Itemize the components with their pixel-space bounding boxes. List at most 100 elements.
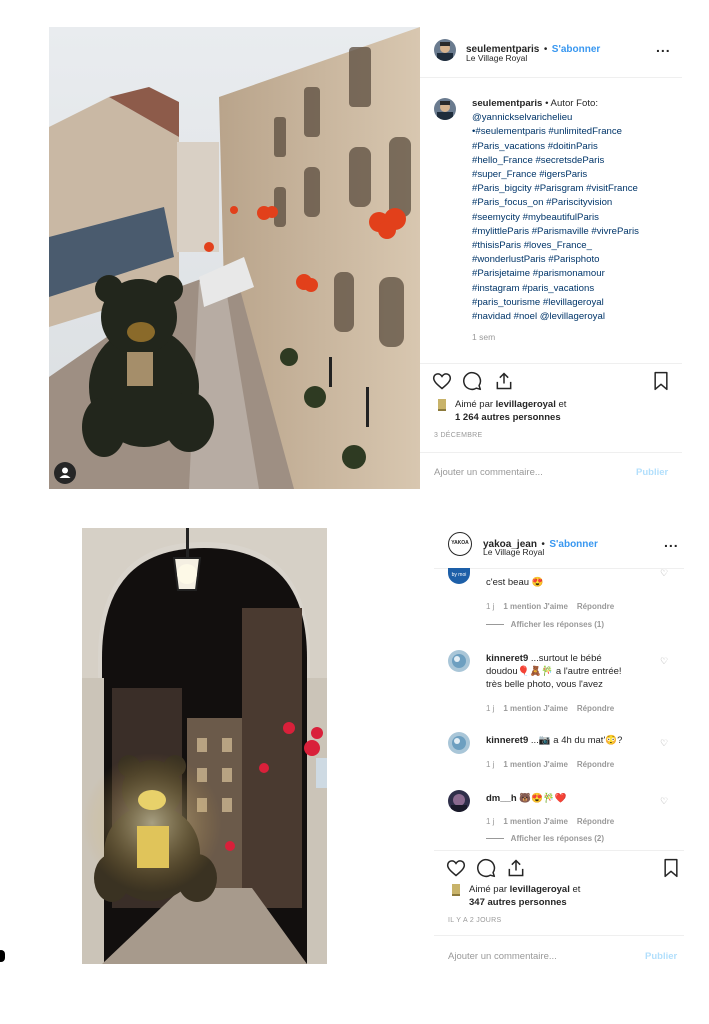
comment-reply-button[interactable]: Répondre (577, 704, 614, 713)
liked-by-avatar[interactable] (451, 883, 461, 897)
post1-caption-avatar[interactable] (434, 98, 456, 120)
caption-line: • Autor Foto: (545, 98, 599, 109)
liked-by-prefix: Aimé par (469, 884, 508, 895)
post1-date[interactable]: 3 DÉCEMBRE (434, 432, 483, 439)
post1-header-divider (420, 77, 682, 78)
post2-avatar-text: YAKOA (451, 540, 469, 546)
post2-date[interactable]: IL Y A 2 JOURS (448, 917, 502, 924)
heart-icon[interactable] (446, 858, 466, 878)
comment-avatar[interactable] (448, 732, 470, 754)
caption-line[interactable]: #wonderlustParis #Parisphoto (472, 253, 677, 267)
post1-header-avatar[interactable] (434, 39, 456, 61)
caption-line[interactable]: @yannickselvarichelieu (472, 111, 677, 125)
post2-photo[interactable] (82, 528, 327, 964)
caption-line[interactable]: #hello_France #secretsdeParis (472, 154, 677, 168)
comment-reply-button[interactable]: Répondre (577, 817, 614, 826)
liked-by-avatar[interactable] (437, 398, 447, 412)
post2-publish-button[interactable]: Publier (645, 951, 677, 962)
caption-line[interactable]: #mylittleParis #Parismaville #vivreParis (472, 225, 677, 239)
comment-meta: 1 j 1 mention J'aime Répondre (486, 760, 614, 769)
post2-header-avatar[interactable]: YAKOA (448, 532, 472, 556)
post2-likes: Aimé par levillageroyal et 347 autres pe… (469, 883, 679, 909)
partial-comment-text: c'est beau 😍 (486, 577, 544, 588)
liked-by-prefix: Aimé par (455, 399, 494, 410)
post1-caption-time[interactable]: 1 sem (472, 330, 677, 344)
comment-text: kinneret9 ...📷 a 4h du mat'😳? (486, 735, 623, 746)
post2-panel: YAKOA yakoa_jean • S'abonner Le Village … (434, 520, 684, 970)
comment-heart-icon[interactable]: ♡ (660, 568, 668, 579)
post2-comment-divider (434, 935, 684, 936)
comment-meta: 1 j 1 mention J'aime Répondre (486, 704, 614, 713)
comment-likes[interactable]: 1 mention J'aime (503, 817, 568, 826)
post2-follow-button[interactable]: S'abonner (549, 539, 598, 550)
comment-likes[interactable]: 1 mention J'aime (503, 704, 568, 713)
post2-more-options-button[interactable]: ... (664, 534, 679, 550)
comment-time[interactable]: 1 j (486, 760, 494, 769)
view-replies-button[interactable]: Afficher les réponses (2) (486, 834, 604, 843)
comment-text: dm__h 🐻😍🎋❤️ (486, 793, 567, 804)
partial-comment-avatar[interactable]: by moi (448, 568, 470, 584)
post1-separator: • (543, 44, 548, 55)
liked-by-and: et (558, 399, 567, 410)
liked-by-user[interactable]: levillageroyal (510, 884, 570, 895)
post1-panel: seulementparis • S'abonner Le Village Ro… (420, 27, 682, 489)
comment-heart-icon[interactable]: ♡ (660, 738, 668, 749)
caption-line[interactable]: #Parisjetaime #parismonamour (472, 267, 677, 281)
post1-caption-username[interactable]: seulementparis (472, 98, 542, 109)
caption-line[interactable]: #thisisParis #loves_France_ (472, 239, 677, 253)
comment-username[interactable]: kinneret9 (486, 735, 528, 746)
caption-line[interactable]: #Paris_bigcity #Parisgram #visitFrance (472, 182, 677, 196)
comment-text: kinneret9 ...surtout le bébé doudou🎈🧸🎋 a… (486, 653, 622, 690)
heart-icon[interactable] (432, 371, 452, 391)
post1-photo[interactable] (49, 27, 420, 489)
caption-line[interactable]: #super_France #igersParis (472, 168, 677, 182)
share-icon[interactable] (506, 858, 526, 878)
comment-time[interactable]: 1 j (486, 602, 494, 611)
comment-avatar[interactable] (448, 790, 470, 812)
caption-line[interactable]: #seemycity #mybeautifulParis (472, 211, 677, 225)
post1-comment-input[interactable]: Ajouter un commentaire... (434, 467, 543, 478)
caption-line[interactable]: #Paris_focus_on #Pariscityvision (472, 196, 677, 210)
post1-location[interactable]: Le Village Royal (466, 53, 527, 63)
comment-icon[interactable] (462, 371, 482, 391)
caption-line[interactable]: #Paris_vacations #doitinParis (472, 140, 677, 154)
comment-likes[interactable]: 1 mention J'aime (503, 760, 568, 769)
liked-by-user[interactable]: levillageroyal (496, 399, 556, 410)
post2-header-divider (434, 568, 684, 569)
post2-location[interactable]: Le Village Royal (483, 547, 544, 557)
comment-reply-button[interactable]: Répondre (577, 602, 614, 611)
partial-comment-meta: 1 j 1 mention J'aime Répondre (486, 602, 614, 611)
view-replies-button[interactable]: Afficher les réponses (1) (486, 620, 604, 629)
caption-line[interactable]: #instagram #paris_vacations (472, 282, 677, 296)
comment-avatar[interactable] (448, 650, 470, 672)
bookmark-icon[interactable] (652, 371, 670, 391)
comment-username[interactable]: dm__h (486, 793, 517, 804)
comment-heart-icon[interactable]: ♡ (660, 796, 668, 807)
post1-more-options-button[interactable]: ... (656, 39, 671, 55)
comment-meta: 1 j 1 mention J'aime Répondre (486, 817, 614, 826)
comment-username[interactable]: kinneret9 (486, 653, 528, 664)
post1-comment-divider (420, 452, 682, 453)
teddy-bear-street-day-image (49, 27, 420, 489)
post1-likes: Aimé par levillageroyal et 1 264 autres … (455, 398, 675, 424)
comment-icon[interactable] (476, 858, 496, 878)
comment-time[interactable]: 1 j (486, 817, 494, 826)
likes-count[interactable]: 1 264 autres personnes (455, 412, 561, 423)
user-tag-icon[interactable] (54, 462, 76, 484)
comment-heart-icon[interactable]: ♡ (660, 656, 668, 667)
share-icon[interactable] (494, 371, 514, 391)
post2-comment-input[interactable]: Ajouter un commentaire... (448, 951, 557, 962)
likes-count[interactable]: 347 autres personnes (469, 897, 567, 908)
edge-fragment (0, 950, 5, 962)
liked-by-and: et (572, 884, 581, 895)
caption-line[interactable]: #paris_tourisme #levillageroyal (472, 296, 677, 310)
teddy-bear-street-night-image (82, 528, 327, 964)
post1-publish-button[interactable]: Publier (636, 467, 668, 478)
caption-line[interactable]: •#seulementparis #unlimitedFrance (472, 125, 677, 139)
bookmark-icon[interactable] (662, 858, 680, 878)
caption-line[interactable]: #navidad #noel @levillageroyal (472, 310, 677, 324)
comment-time[interactable]: 1 j (486, 704, 494, 713)
comment-likes[interactable]: 1 mention J'aime (503, 602, 568, 611)
post1-follow-button[interactable]: S'abonner (552, 44, 601, 55)
comment-reply-button[interactable]: Répondre (577, 760, 614, 769)
